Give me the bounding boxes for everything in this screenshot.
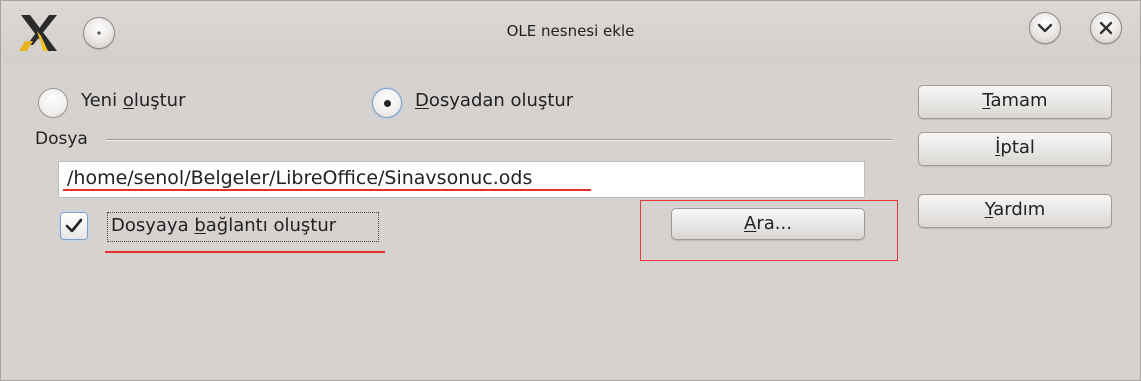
minimize-button[interactable]	[1029, 12, 1061, 44]
file-path-value: /home/senol/Belgeler/LibreOffice/Sinavso…	[67, 167, 533, 189]
file-group-title: Dosya	[35, 129, 88, 149]
window-title: OLE nesnesi ekle	[506, 22, 635, 40]
file-path-input[interactable]: /home/senol/Belgeler/LibreOffice/Sinavso…	[58, 161, 865, 198]
link-to-file-checkbox[interactable]	[60, 212, 88, 240]
radio-selected-dot	[384, 100, 391, 107]
new-object-label[interactable]: Yeni oluştur	[81, 90, 185, 111]
cancel-button[interactable]: İptal	[918, 132, 1112, 166]
ok-button[interactable]: Tamam	[918, 85, 1112, 119]
help-button[interactable]: Yardım	[918, 194, 1112, 228]
ole-insert-dialog: OLE nesnesi ekle Yeni oluştur Dosyadan o…	[0, 0, 1141, 381]
group-divider	[106, 139, 892, 141]
checkbox-annotation-underline	[105, 251, 385, 253]
from-file-label[interactable]: Dosyadan oluştur	[415, 90, 573, 111]
link-to-file-label[interactable]: Dosyaya bağlantı oluştur	[111, 215, 336, 236]
close-button[interactable]	[1090, 12, 1122, 44]
close-icon	[1099, 21, 1113, 35]
title-bar[interactable]: OLE nesnesi ekle	[1, 1, 1140, 63]
checkmark-icon	[65, 218, 83, 233]
chevron-down-icon	[1037, 23, 1053, 33]
browse-button[interactable]: Ara...	[671, 208, 865, 240]
new-object-radio[interactable]	[38, 88, 68, 118]
from-file-radio[interactable]	[372, 88, 402, 118]
path-annotation-underline	[63, 189, 591, 191]
